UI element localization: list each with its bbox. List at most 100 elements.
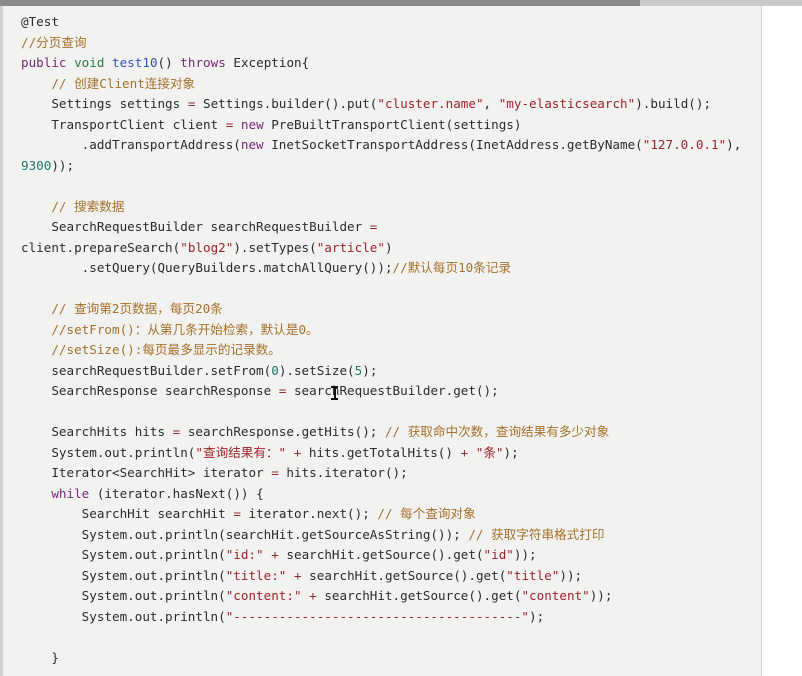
code-token: )); [589, 588, 613, 603]
code-token: "id" [483, 547, 514, 562]
code-line: @Test [3, 12, 761, 33]
code-token: Exception{ [225, 55, 310, 70]
code-token: searchHit.getSource().get( [301, 567, 507, 583]
top-toolbar-bar [0, 0, 640, 6]
code-token: "blog2" [180, 239, 234, 255]
code-token: 9300 [21, 157, 52, 173]
code-token: = [233, 506, 241, 521]
code-line: SearchRequestBuilder searchRequestBuilde… [3, 217, 761, 238]
code-token: // 获取命中次数，查询结果有多少对象 [384, 424, 610, 439]
code-token: 0 [271, 362, 279, 378]
right-gutter [763, 6, 802, 676]
code-token: TransportClient client [21, 116, 226, 132]
code-line: while (iterator.hasNext()) { [3, 484, 761, 505]
code-token: new [240, 137, 264, 152]
code-line: // 搜索数据 [3, 197, 761, 218]
code-token: // 创建Client连接对象 [51, 75, 196, 91]
code-token: "cluster.name" [377, 96, 484, 111]
code-line: SearchResponse searchResponse = searchRe… [3, 381, 761, 402]
code-token: + [309, 588, 317, 603]
code-token: System.out.println( [21, 608, 226, 624]
code-token: , [483, 96, 499, 111]
code-token: System.out.println( [21, 547, 226, 562]
code-token: "content:" [225, 588, 302, 603]
code-token: System.out.println( [21, 444, 196, 460]
code-token: = [271, 465, 279, 480]
code-line: //setSize():每页最多显示的记录数。 [3, 340, 761, 361]
code-token: (iterator.hasNext()) { [89, 485, 264, 501]
code-token: )); [513, 547, 537, 562]
code-token: + [271, 547, 279, 562]
code-token: "article" [316, 239, 385, 255]
code-block[interactable]: @Test //分页查询 public void test10() throws E… [3, 6, 761, 668]
code-line: // 创建Client连接对象 [3, 74, 761, 95]
code-token: Settings.builder().put( [195, 96, 378, 111]
code-token: searchRequestBuilder.setFrom( [21, 362, 272, 378]
code-token: " [278, 444, 287, 460]
code-token: "--------------------------------------" [225, 608, 530, 624]
code-token: //分页查询 [21, 34, 87, 50]
code-line: Iterator<SearchHit> iterator = hits.iter… [3, 463, 761, 484]
code-token: } [21, 649, 59, 665]
code-line: public void test10() throws Exception{ [3, 53, 761, 74]
code-line: System.out.println(searchHit.getSourceAs… [3, 525, 761, 546]
code-token: searchHit.getSource().get( [278, 547, 484, 562]
code-token: ); [529, 608, 545, 624]
code-line: // 查询第2页数据，每页20条 [3, 299, 761, 320]
code-token: while [51, 485, 90, 501]
code-line: searchRequestBuilder.setFrom(0).setSize(… [3, 361, 761, 382]
code-line: System.out.println("title:" + searchHit.… [3, 566, 761, 587]
code-token: "127.0.0.1" [642, 137, 727, 152]
code-token: () [157, 55, 181, 70]
code-token: @Test [21, 14, 59, 29]
code-token: .setQuery(QueryBuilders.matchAllQuery())… [21, 260, 393, 275]
code-token: )); [51, 157, 75, 173]
code-line: 9300)); [3, 156, 761, 177]
code-token: SearchHits hits [21, 424, 173, 439]
code-line: .setQuery(QueryBuilders.matchAllQuery())… [3, 258, 761, 279]
code-line: } [3, 648, 761, 669]
code-line: System.out.println("--------------------… [3, 607, 761, 628]
code-token: // 每个查询对象 [377, 506, 476, 521]
code-token: ); [362, 362, 378, 378]
code-token: "id:" [225, 547, 264, 562]
code-line: System.out.println("id:" + searchHit.get… [3, 545, 761, 566]
code-line: //分页查询 [3, 33, 761, 54]
code-token: "title:" [225, 567, 287, 583]
code-token: //setFrom()：从第几条开始检索，默认是0。 [51, 321, 319, 337]
code-token: throws [180, 55, 226, 70]
code-token: + [293, 567, 302, 583]
code-token: ).setTypes( [233, 239, 317, 255]
code-token: )); [559, 567, 583, 583]
code-token: ); [503, 444, 519, 460]
code-token: .addTransportAddress( [21, 137, 241, 152]
code-token: "my-elasticsearch" [498, 96, 636, 111]
code-token: "查询结果有： [195, 444, 279, 460]
code-line: SearchHit searchHit = iterator.next(); /… [3, 504, 761, 525]
code-editor-panel[interactable]: @Test //分页查询 public void test10() throws E… [0, 6, 762, 676]
code-token: //默认每页10条记录 [392, 260, 512, 275]
top-toolbar-bar-right [640, 0, 802, 6]
code-line: //setFrom()：从第几条开始检索，默认是0。 [3, 320, 761, 341]
code-token: client.prepareSearch( [21, 239, 181, 255]
code-token: test10 [112, 55, 158, 70]
code-token: Settings settings [21, 96, 188, 111]
code-token: iterator.next(); [240, 506, 378, 521]
code-token: // 获取字符串格式打印 [468, 526, 605, 542]
code-token: Iterator<SearchHit> iterator [21, 465, 272, 480]
code-line: TransportClient client = new PreBuiltTra… [3, 115, 761, 136]
code-token: searchResponse.getHits(); [180, 424, 385, 439]
code-line: client.prepareSearch("blog2").setTypes("… [3, 238, 761, 259]
code-token: ), [726, 137, 742, 152]
